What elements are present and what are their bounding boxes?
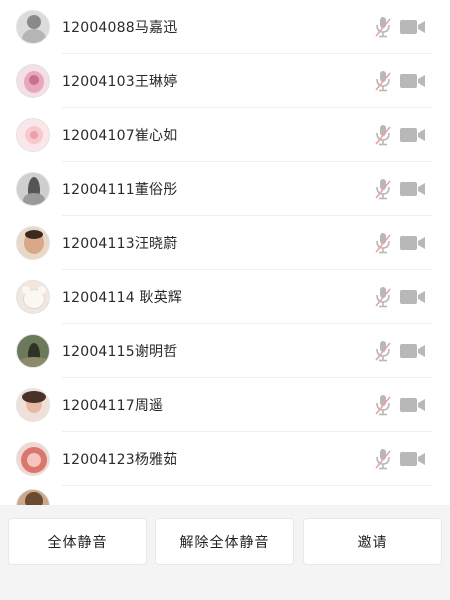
video-camera-icon[interactable] — [400, 289, 426, 305]
avatar — [16, 442, 50, 476]
video-camera-icon[interactable] — [400, 127, 426, 143]
participant-name: 12004111董俗彤 — [62, 182, 178, 198]
participant-row[interactable]: 12004111董俗彤 — [0, 162, 450, 216]
video-camera-icon[interactable] — [400, 181, 426, 197]
avatar — [16, 489, 50, 505]
mic-muted-icon[interactable] — [374, 340, 392, 362]
avatar — [16, 10, 50, 44]
video-camera-icon[interactable] — [400, 235, 426, 251]
mic-muted-icon[interactable] — [374, 16, 392, 38]
participant-row[interactable]: 12004123杨雅茹 — [0, 432, 450, 486]
avatar — [16, 334, 50, 368]
mic-muted-icon[interactable] — [374, 394, 392, 416]
participant-row[interactable]: 12004115谢明哲 — [0, 324, 450, 378]
video-camera-icon[interactable] — [400, 73, 426, 89]
mute-all-button[interactable]: 全体静音 — [8, 518, 147, 565]
mic-muted-icon[interactable] — [374, 448, 392, 470]
participant-name: 12004115谢明哲 — [62, 344, 178, 360]
participant-name: 12004114 耿英辉 — [62, 290, 183, 306]
avatar — [16, 226, 50, 260]
participant-name: 12004103王琳婷 — [62, 74, 178, 90]
avatar — [16, 388, 50, 422]
participant-name: 12004113汪晓蔚 — [62, 236, 178, 252]
participant-row[interactable]: 12004107崔心如 — [0, 108, 450, 162]
mic-muted-icon[interactable] — [374, 70, 392, 92]
unmute-all-button[interactable]: 解除全体静音 — [155, 518, 294, 565]
participant-row[interactable]: 12004114 耿英辉 — [0, 270, 450, 324]
avatar — [16, 64, 50, 98]
avatar — [16, 118, 50, 152]
participant-list[interactable]: 12004088马嘉迅 12004103王琳婷 12004107崔心如 1200… — [0, 0, 450, 505]
participant-row[interactable]: 12004103王琳婷 — [0, 54, 450, 108]
mic-muted-icon[interactable] — [374, 232, 392, 254]
bottom-action-bar: 全体静音 解除全体静音 邀请 — [0, 505, 450, 600]
participant-name: 12004107崔心如 — [62, 128, 178, 144]
invite-button[interactable]: 邀请 — [303, 518, 442, 565]
participant-row[interactable]: 12004088马嘉迅 — [0, 0, 450, 54]
meeting-participants-screen: 12004088马嘉迅 12004103王琳婷 12004107崔心如 1200… — [0, 0, 450, 600]
video-camera-icon[interactable] — [400, 451, 426, 467]
avatar — [16, 280, 50, 314]
video-camera-icon[interactable] — [400, 343, 426, 359]
participant-name: 12004088马嘉迅 — [62, 20, 178, 36]
video-camera-icon[interactable] — [400, 19, 426, 35]
participant-row-partial[interactable] — [0, 486, 450, 505]
mic-muted-icon[interactable] — [374, 286, 392, 308]
mic-muted-icon[interactable] — [374, 124, 392, 146]
participant-row[interactable]: 12004117周遥 — [0, 378, 450, 432]
mic-muted-icon[interactable] — [374, 178, 392, 200]
participant-name: 12004117周遥 — [62, 398, 164, 414]
participant-row[interactable]: 12004113汪晓蔚 — [0, 216, 450, 270]
avatar — [16, 172, 50, 206]
participant-name: 12004123杨雅茹 — [62, 452, 178, 468]
video-camera-icon[interactable] — [400, 397, 426, 413]
